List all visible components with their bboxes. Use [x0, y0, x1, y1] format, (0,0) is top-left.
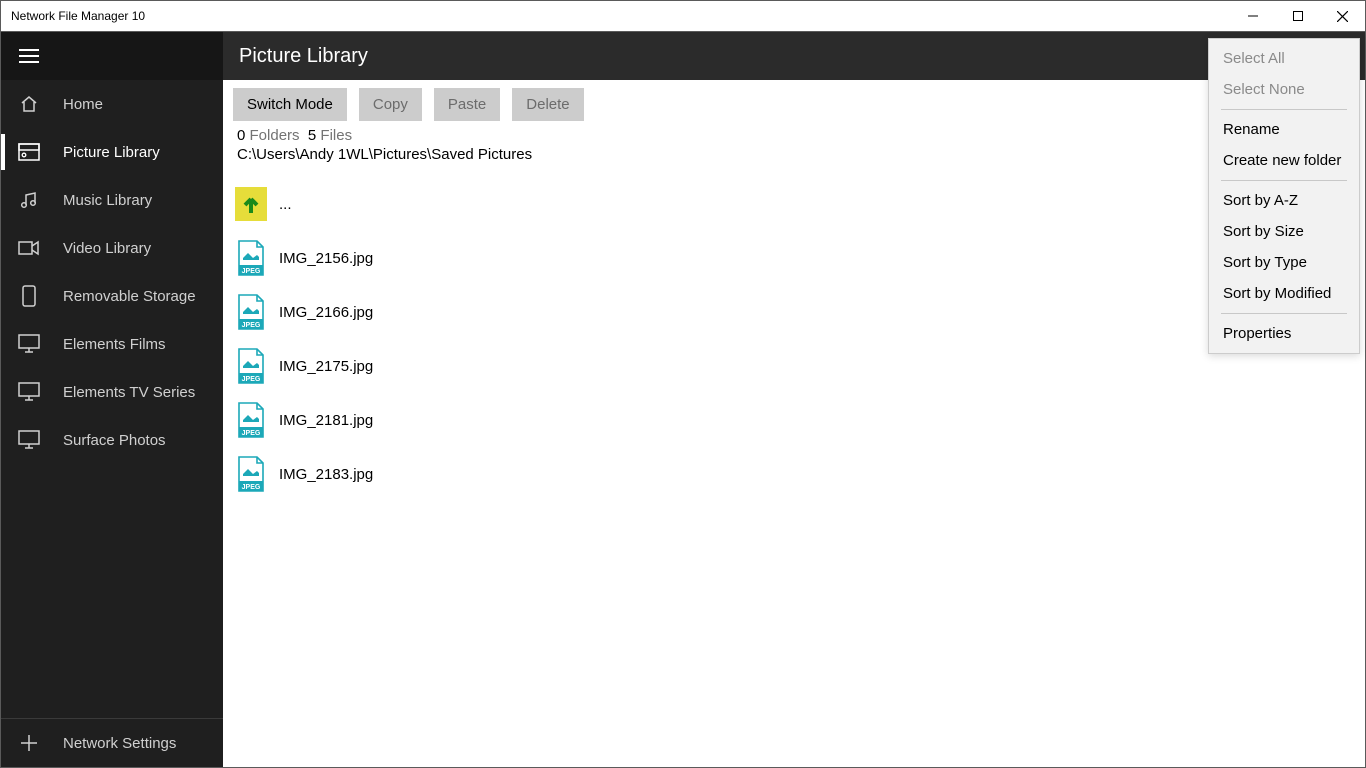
file-name: IMG_2183.jpg [279, 466, 373, 483]
file-name: IMG_2181.jpg [279, 412, 373, 429]
menu-properties[interactable]: Properties [1209, 318, 1359, 349]
hamburger-button[interactable] [1, 32, 223, 80]
context-menu: Select All Select None Rename Create new… [1208, 38, 1360, 354]
sidebar-item-video-library[interactable]: Video Library [1, 224, 223, 272]
copy-button[interactable]: Copy [359, 88, 422, 121]
menu-select-none[interactable]: Select None [1209, 74, 1359, 105]
music-icon [17, 188, 41, 212]
network-settings-button[interactable]: Network Settings [1, 719, 223, 767]
file-row[interactable]: JPEG IMG_2181.jpg [233, 393, 1355, 447]
svg-text:JPEG: JPEG [242, 376, 261, 383]
menu-divider [1221, 180, 1347, 181]
video-icon [17, 236, 41, 260]
svg-text:JPEG: JPEG [242, 430, 261, 437]
tablet-icon [17, 284, 41, 308]
monitor-icon [17, 428, 41, 452]
folder-up-icon [235, 184, 267, 224]
files-label: Files [320, 127, 352, 144]
jpeg-file-icon: JPEG [235, 346, 267, 386]
delete-button[interactable]: Delete [512, 88, 583, 121]
toolbar: Switch Mode Copy Paste Delete [223, 80, 1365, 127]
content-header: Picture Library ··· [223, 32, 1365, 80]
svg-text:JPEG: JPEG [242, 268, 261, 275]
picture-icon [17, 140, 41, 164]
file-list: ... JPEG IMG_2156.jpg JPEG IMG_2166.jpg … [223, 169, 1365, 509]
home-icon [17, 92, 41, 116]
sidebar-item-label: Home [63, 96, 103, 113]
parent-folder-row[interactable]: ... [233, 177, 1355, 231]
menu-sort-type[interactable]: Sort by Type [1209, 247, 1359, 278]
parent-folder-label: ... [279, 196, 292, 213]
menu-sort-az[interactable]: Sort by A-Z [1209, 185, 1359, 216]
nav-list: Home Picture Library Music Library Video… [1, 80, 223, 718]
jpeg-file-icon: JPEG [235, 454, 267, 494]
file-row[interactable]: JPEG IMG_2175.jpg [233, 339, 1355, 393]
sidebar-item-label: Elements Films [63, 336, 166, 353]
jpeg-file-icon: JPEG [235, 400, 267, 440]
sidebar-item-picture-library[interactable]: Picture Library [1, 128, 223, 176]
switch-mode-button[interactable]: Switch Mode [233, 88, 347, 121]
menu-rename[interactable]: Rename [1209, 114, 1359, 145]
network-settings-label: Network Settings [63, 735, 176, 752]
paste-button[interactable]: Paste [434, 88, 500, 121]
file-row[interactable]: JPEG IMG_2183.jpg [233, 447, 1355, 501]
file-name: IMG_2156.jpg [279, 250, 373, 267]
sidebar-item-music-library[interactable]: Music Library [1, 176, 223, 224]
hamburger-icon [19, 49, 39, 63]
file-row[interactable]: JPEG IMG_2156.jpg [233, 231, 1355, 285]
menu-sort-modified[interactable]: Sort by Modified [1209, 278, 1359, 309]
menu-divider [1221, 313, 1347, 314]
jpeg-file-icon: JPEG [235, 292, 267, 332]
minimize-button[interactable] [1230, 1, 1275, 31]
folders-label: Folders [250, 127, 300, 144]
sidebar-item-removable[interactable]: Removable Storage [1, 272, 223, 320]
window-title: Network File Manager 10 [1, 9, 1230, 23]
sidebar-item-label: Elements TV Series [63, 384, 195, 401]
svg-text:JPEG: JPEG [242, 484, 261, 491]
status-bar: 0 Folders 5 Files C:\Users\Andy 1WL\Pict… [223, 127, 1365, 169]
page-title: Picture Library [239, 45, 368, 68]
monitor-icon [17, 380, 41, 404]
sidebar-item-home[interactable]: Home [1, 80, 223, 128]
svg-text:JPEG: JPEG [242, 322, 261, 329]
menu-select-all[interactable]: Select All [1209, 43, 1359, 74]
sidebar-item-label: Video Library [63, 240, 151, 257]
file-row[interactable]: JPEG IMG_2166.jpg [233, 285, 1355, 339]
monitor-icon [17, 332, 41, 356]
sidebar-item-surface-photos[interactable]: Surface Photos [1, 416, 223, 464]
content-pane: Picture Library ··· Switch Mode Copy Pas… [223, 32, 1365, 767]
file-name: IMG_2166.jpg [279, 304, 373, 321]
sidebar-item-label: Music Library [63, 192, 152, 209]
sidebar: Home Picture Library Music Library Video… [1, 32, 223, 767]
file-name: IMG_2175.jpg [279, 358, 373, 375]
jpeg-file-icon: JPEG [235, 238, 267, 278]
titlebar: Network File Manager 10 [1, 1, 1365, 32]
menu-divider [1221, 109, 1347, 110]
files-count: 5 [308, 127, 316, 144]
sidebar-item-label: Surface Photos [63, 432, 166, 449]
sidebar-item-elements-tv[interactable]: Elements TV Series [1, 368, 223, 416]
menu-sort-size[interactable]: Sort by Size [1209, 216, 1359, 247]
sidebar-item-label: Removable Storage [63, 288, 196, 305]
menu-create-folder[interactable]: Create new folder [1209, 145, 1359, 176]
close-button[interactable] [1320, 1, 1365, 31]
plus-icon [17, 731, 41, 755]
folders-count: 0 [237, 127, 245, 144]
sidebar-item-elements-films[interactable]: Elements Films [1, 320, 223, 368]
maximize-button[interactable] [1275, 1, 1320, 31]
sidebar-bottom: Network Settings [1, 718, 223, 767]
current-path: C:\Users\Andy 1WL\Pictures\Saved Picture… [237, 144, 1351, 163]
sidebar-item-label: Picture Library [63, 144, 160, 161]
